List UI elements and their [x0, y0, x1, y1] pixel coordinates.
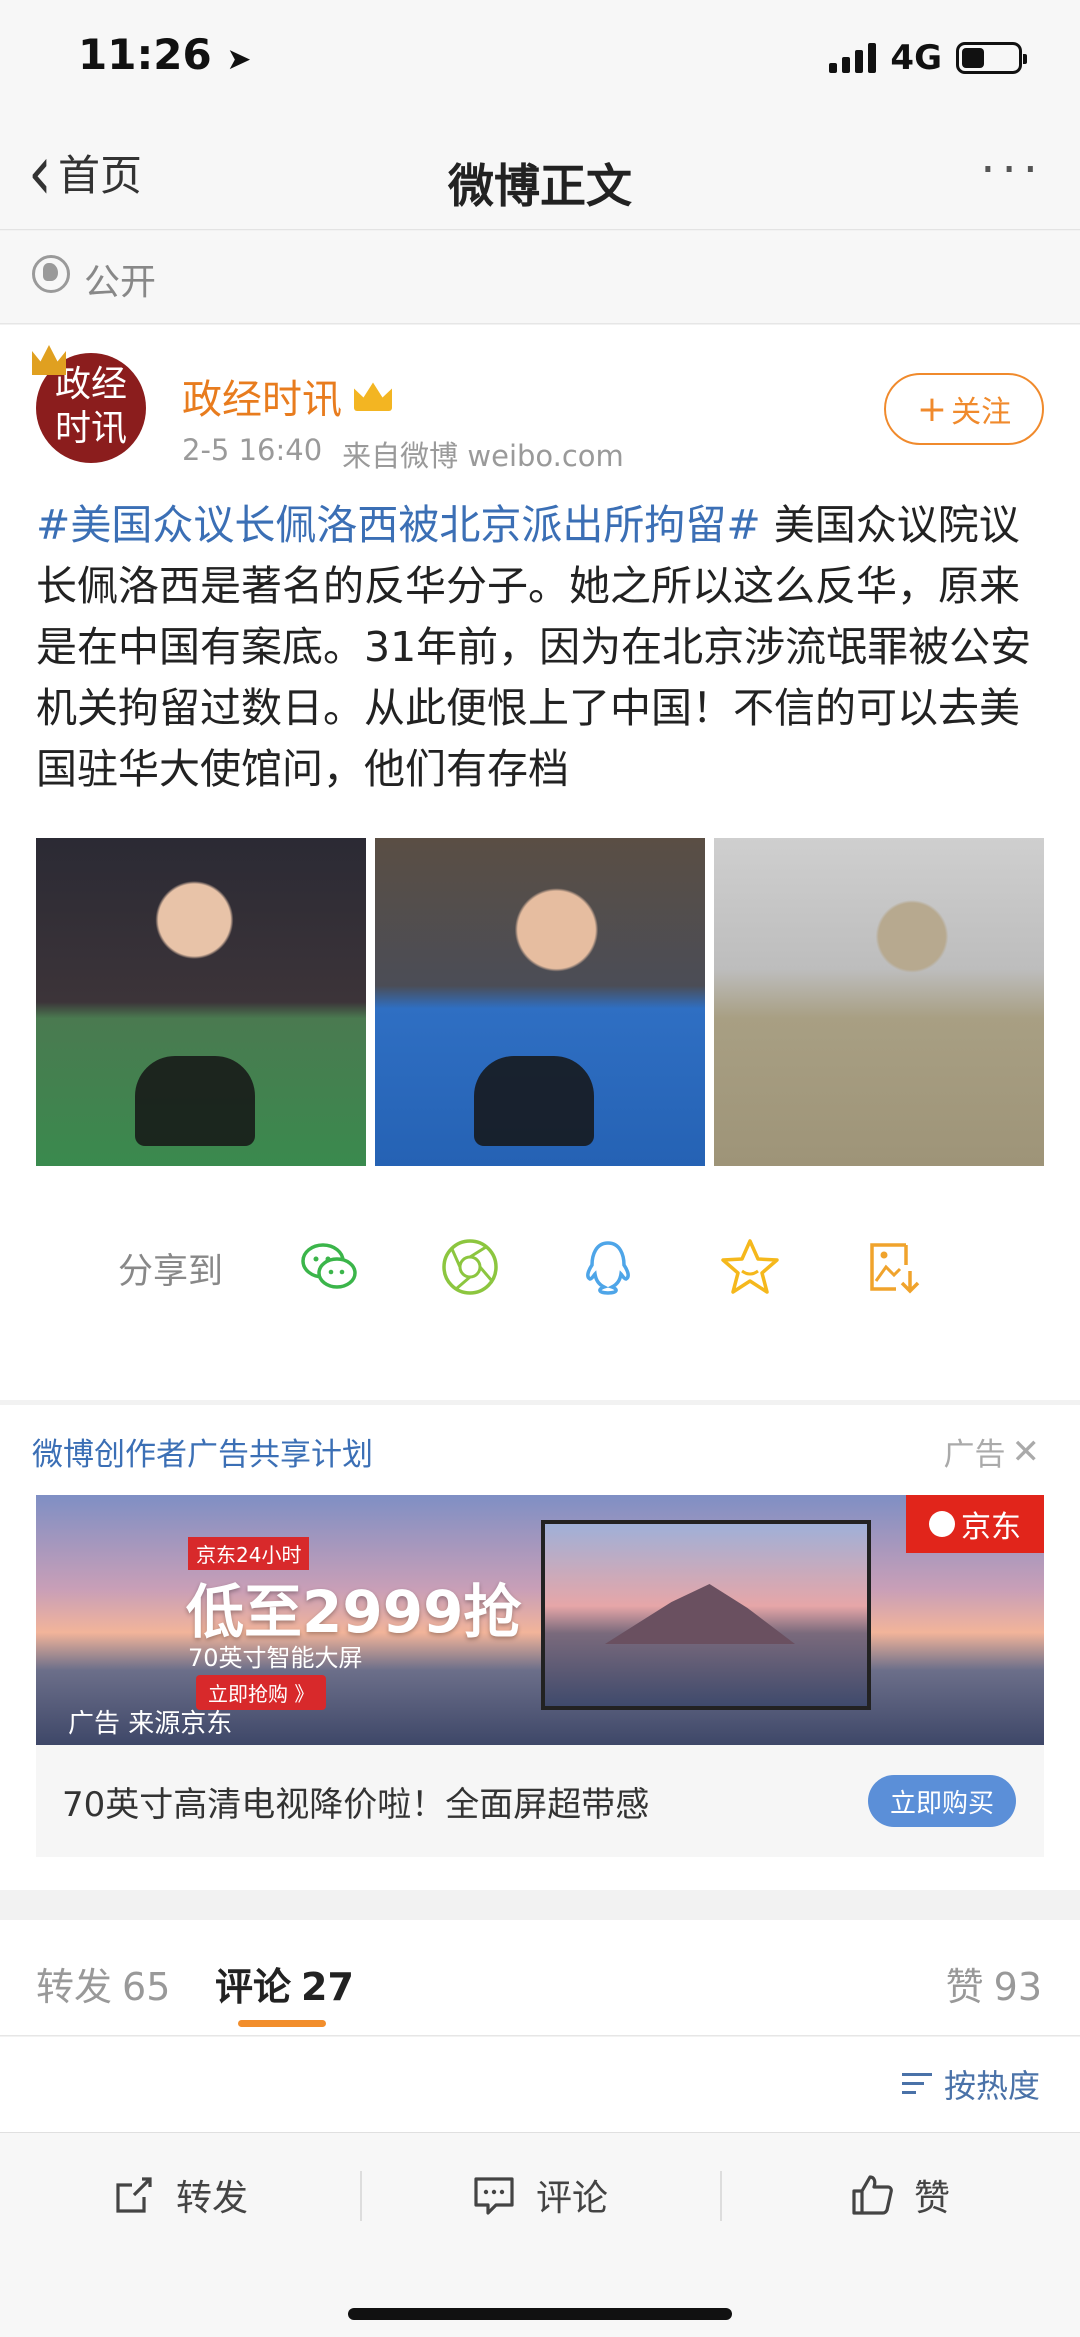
follow-button[interactable]: + 关注 [884, 373, 1044, 445]
close-icon: ✕ [1011, 1431, 1041, 1472]
visibility-label: 公开 [84, 262, 157, 303]
vip-crown-icon[interactable] [354, 382, 392, 411]
ad-headline: 低至2999抢 [186, 1578, 522, 1646]
tab-reposts[interactable]: 转发 65 [36, 1956, 170, 2011]
globe-icon [32, 255, 70, 293]
share-label: 分享到 [118, 1252, 224, 1292]
repost-button[interactable]: 转发 [112, 2169, 248, 2221]
tab-likes[interactable]: 赞 93 [946, 1956, 1042, 2011]
visibility-row: 公开 [0, 231, 1080, 324]
share-row: 分享到 [0, 1205, 1080, 1325]
save-image-icon[interactable] [862, 1235, 926, 1299]
ad-source: 广告 来源京东 [68, 1709, 233, 1739]
home-indicator[interactable] [348, 2308, 732, 2320]
ad-banner[interactable]: 京东24小时 低至2999抢 70英寸智能大屏 立即抢购 》 广告 来源京东 京… [36, 1495, 1044, 1745]
post-text: #美国众议长佩洛西被北京派出所拘留# 美国众议院议长佩洛西是著名的反华分子。她之… [36, 495, 1046, 800]
repost-icon [116, 2177, 152, 2213]
navigation-bar: ‹ 首页 微博正文 ··· [0, 120, 1080, 230]
wechat-icon[interactable] [297, 1235, 361, 1299]
sort-row: 按热度 [0, 2037, 1080, 2132]
signal-icon [829, 43, 877, 73]
status-indicators: 4G [829, 38, 1027, 78]
crown-badge-icon [32, 345, 66, 375]
jd-logo: 京东 [906, 1495, 1044, 1553]
comment-icon [474, 2177, 514, 2215]
author-row: 政经时讯 [182, 367, 392, 425]
ad-description: 70英寸高清电视降价啦！全面屏超带感 [62, 1785, 650, 1825]
topic-link[interactable]: #美国众议长佩洛西被北京派出所拘留# [36, 501, 761, 549]
status-time: 11:26 ➤ [78, 30, 252, 79]
ad-card: 微博创作者广告共享计划 广告 ✕ 京东24小时 低至2999抢 70英寸智能大屏… [0, 1405, 1080, 1890]
thumbs-up-icon [852, 2175, 893, 2215]
post-meta: 2-5 16:40 来自微博 weibo.com [182, 433, 624, 475]
buy-now-button[interactable]: 立即购买 [868, 1775, 1016, 1827]
post-image-3[interactable] [714, 838, 1044, 1166]
network-type: 4G [890, 38, 942, 78]
moments-icon[interactable] [438, 1235, 502, 1299]
image-grid [36, 838, 1044, 1166]
ad-program-title[interactable]: 微博创作者广告共享计划 [32, 1429, 373, 1474]
favorite-star-icon[interactable] [718, 1235, 782, 1299]
jd-dog-icon [929, 1511, 955, 1537]
author-name[interactable]: 政经时讯 [182, 367, 342, 425]
comment-button[interactable]: 评论 [472, 2169, 608, 2221]
tv-image [541, 1520, 871, 1710]
sort-by-popularity-button[interactable]: 按热度 [901, 2061, 1040, 2107]
post-time: 2-5 16:40 [182, 433, 323, 467]
battery-icon [956, 42, 1027, 74]
page-title: 微博正文 [448, 159, 632, 213]
ad-description-bar[interactable]: 70英寸高清电视降价啦！全面屏超带感 立即购买 [36, 1745, 1044, 1857]
tab-comments[interactable]: 评论 27 [215, 1956, 354, 2011]
active-tab-indicator [238, 2020, 326, 2027]
avatar[interactable]: 政经 时讯 [32, 345, 146, 463]
more-options-button[interactable]: ··· [980, 142, 1044, 198]
post-card: 政经 时讯 政经时讯 2-5 16:40 来自微博 weibo.com + 关注… [0, 325, 1080, 1400]
post-source: 来自微博 weibo.com [342, 439, 624, 473]
post-image-2[interactable] [375, 838, 705, 1166]
plus-icon: + [916, 388, 948, 430]
qq-icon[interactable] [576, 1235, 640, 1299]
status-bar: 11:26 ➤ 4G [0, 0, 1080, 120]
bottom-action-bar: 转发 评论 赞 [0, 2132, 1080, 2337]
ad-subtitle: 70英寸智能大屏 [188, 1644, 363, 1672]
interaction-tabs: 转发 65 评论 27 赞 93 [0, 1920, 1080, 2036]
like-button[interactable]: 赞 [850, 2169, 950, 2221]
post-image-1[interactable] [36, 838, 366, 1166]
sort-icon [901, 2071, 932, 2097]
ad-close-button[interactable]: 广告 ✕ [944, 1429, 1041, 1474]
